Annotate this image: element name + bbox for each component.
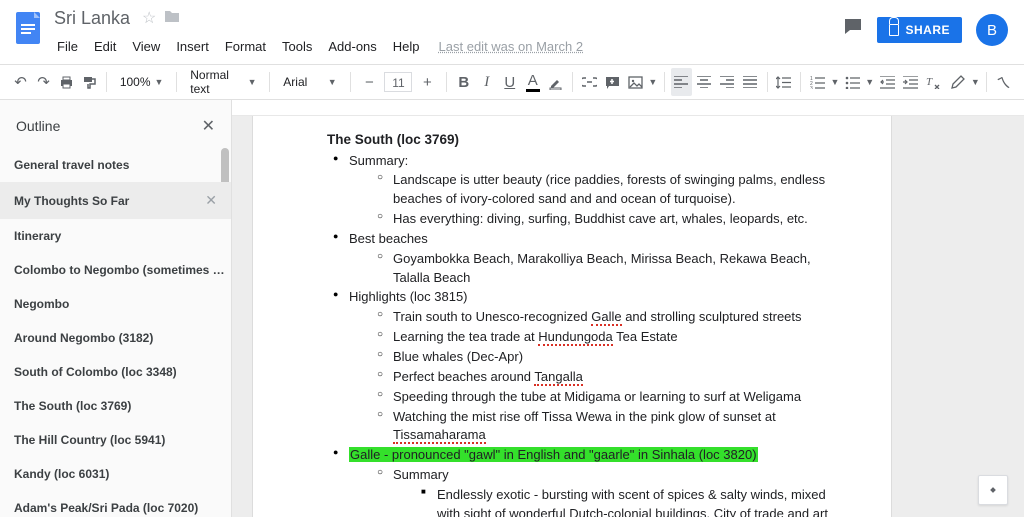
- page[interactable]: The South (loc 3769) Summary: Landscape …: [252, 116, 892, 517]
- menu-help[interactable]: Help: [386, 35, 427, 58]
- outline-title: Outline: [16, 118, 60, 134]
- svg-text:3: 3: [810, 86, 813, 89]
- menu-format[interactable]: Format: [218, 35, 273, 58]
- text: Perfect beaches around Tangalla: [371, 368, 829, 387]
- document-canvas[interactable]: The South (loc 3769) Summary: Landscape …: [232, 100, 1024, 517]
- outline-item[interactable]: Negombo: [0, 287, 231, 321]
- text: Landscape is utter beauty (rice paddies,…: [371, 171, 829, 209]
- last-edit-stamp[interactable]: Last edit was on March 2: [439, 39, 584, 54]
- outline-list: General travel notes My Thoughts So Far✕…: [0, 148, 231, 517]
- outdent-icon[interactable]: [877, 68, 898, 96]
- header-bar: Sri Lanka ☆ File Edit View Insert Format…: [0, 0, 1024, 64]
- zoom-select[interactable]: 100%▼: [113, 70, 171, 94]
- undo-icon[interactable]: ↶: [10, 68, 31, 96]
- remove-outline-icon[interactable]: ✕: [205, 192, 217, 209]
- text: Goyambokka Beach, Marakolliya Beach, Mir…: [371, 250, 829, 288]
- font-select[interactable]: Arial▼: [276, 70, 343, 94]
- folder-icon[interactable]: [164, 9, 180, 28]
- numbered-list-icon[interactable]: 123: [807, 68, 828, 96]
- toolbar: ↶ ↷ 100%▼ Normal text▼ Arial▼ − 11 + B I…: [0, 64, 1024, 100]
- font-inc-icon[interactable]: +: [414, 68, 440, 96]
- bulleted-list-more[interactable]: ▼: [865, 68, 875, 96]
- outline-item[interactable]: South of Colombo (loc 3348): [0, 355, 231, 389]
- outline-panel: Outline ✕ General travel notes My Though…: [0, 100, 232, 517]
- outline-item[interactable]: Kandy (loc 6031): [0, 457, 231, 491]
- line-spacing-icon[interactable]: [773, 68, 794, 96]
- font-size-control[interactable]: − 11 +: [356, 68, 440, 96]
- outline-item[interactable]: Colombo to Negombo (sometimes …: [0, 253, 231, 287]
- menu-tools[interactable]: Tools: [275, 35, 319, 58]
- highlighted-text: Galle - pronounced "gawl" in English and…: [349, 447, 758, 462]
- align-center-icon[interactable]: [694, 68, 715, 96]
- editing-mode-more[interactable]: ▼: [971, 68, 981, 96]
- align-right-icon[interactable]: [717, 68, 738, 96]
- text: Watching the mist rise off Tissa Wewa in…: [371, 408, 829, 446]
- paint-format-icon[interactable]: [79, 68, 100, 96]
- numbered-list-more[interactable]: ▼: [830, 68, 840, 96]
- indent-icon[interactable]: [900, 68, 921, 96]
- ruler[interactable]: [232, 100, 1024, 116]
- text: Learning the tea trade at Hundungoda Tea…: [371, 328, 829, 347]
- svg-text:T: T: [926, 76, 933, 88]
- insert-link-icon[interactable]: [579, 68, 600, 96]
- bold-icon[interactable]: B: [453, 68, 474, 96]
- outline-item[interactable]: Adam's Peak/Sri Pada (loc 7020): [0, 491, 231, 517]
- outline-item[interactable]: General travel notes: [0, 148, 231, 182]
- share-label: SHARE: [905, 23, 950, 37]
- text: Has everything: diving, surfing, Buddhis…: [371, 210, 829, 229]
- share-button[interactable]: SHARE: [877, 17, 962, 43]
- italic-icon[interactable]: I: [476, 68, 497, 96]
- print-icon[interactable]: [56, 68, 77, 96]
- collapse-toolbar-icon[interactable]: ㄟ: [993, 68, 1014, 96]
- menu-bar: File Edit View Insert Format Tools Add-o…: [50, 32, 843, 60]
- outline-item[interactable]: My Thoughts So Far✕: [0, 182, 231, 219]
- outline-item[interactable]: The Hill Country (loc 5941): [0, 423, 231, 457]
- menu-addons[interactable]: Add-ons: [321, 35, 383, 58]
- outline-item[interactable]: The South (loc 3769): [0, 389, 231, 423]
- text: Summary:: [349, 153, 408, 168]
- style-select[interactable]: Normal text▼: [183, 70, 263, 94]
- menu-file[interactable]: File: [50, 35, 85, 58]
- outline-item[interactable]: Itinerary: [0, 219, 231, 253]
- bulleted-list-icon[interactable]: [842, 68, 863, 96]
- comments-icon[interactable]: [843, 17, 863, 43]
- editing-mode-icon[interactable]: [948, 68, 969, 96]
- text-color-icon[interactable]: A: [522, 68, 543, 96]
- clear-format-icon[interactable]: T: [923, 68, 944, 96]
- menu-edit[interactable]: Edit: [87, 35, 123, 58]
- redo-icon[interactable]: ↷: [33, 68, 54, 96]
- text: Train south to Unesco-recognized Galle a…: [371, 308, 829, 327]
- font-size-value[interactable]: 11: [384, 72, 412, 92]
- close-outline-icon[interactable]: ✕: [202, 116, 215, 136]
- menu-insert[interactable]: Insert: [169, 35, 216, 58]
- text: Blue whales (Dec-Apr): [371, 348, 829, 367]
- doc-title[interactable]: Sri Lanka: [50, 6, 134, 31]
- add-comment-icon[interactable]: [602, 68, 623, 96]
- font-dec-icon[interactable]: −: [356, 68, 382, 96]
- avatar[interactable]: B: [976, 14, 1008, 46]
- underline-icon[interactable]: U: [499, 68, 520, 96]
- text: Speeding through the tube at Midigama or…: [371, 388, 829, 407]
- text: Summary: [393, 467, 449, 482]
- align-left-icon[interactable]: [671, 68, 692, 96]
- highlight-icon[interactable]: [545, 68, 566, 96]
- explore-button[interactable]: [978, 475, 1008, 505]
- star-icon[interactable]: ☆: [142, 8, 156, 28]
- outline-item[interactable]: Around Negombo (3182): [0, 321, 231, 355]
- text: Highlights (loc 3815): [349, 289, 468, 304]
- image-more[interactable]: ▼: [648, 68, 658, 96]
- align-justify-icon[interactable]: [740, 68, 761, 96]
- text: Endlessly exotic - bursting with scent o…: [415, 486, 829, 517]
- heading-south: The South (loc 3769): [327, 130, 829, 150]
- lock-icon: [889, 24, 899, 36]
- insert-image-icon[interactable]: [625, 68, 646, 96]
- text: Best beaches: [349, 231, 428, 246]
- docs-logo[interactable]: [8, 8, 48, 48]
- menu-view[interactable]: View: [125, 35, 167, 58]
